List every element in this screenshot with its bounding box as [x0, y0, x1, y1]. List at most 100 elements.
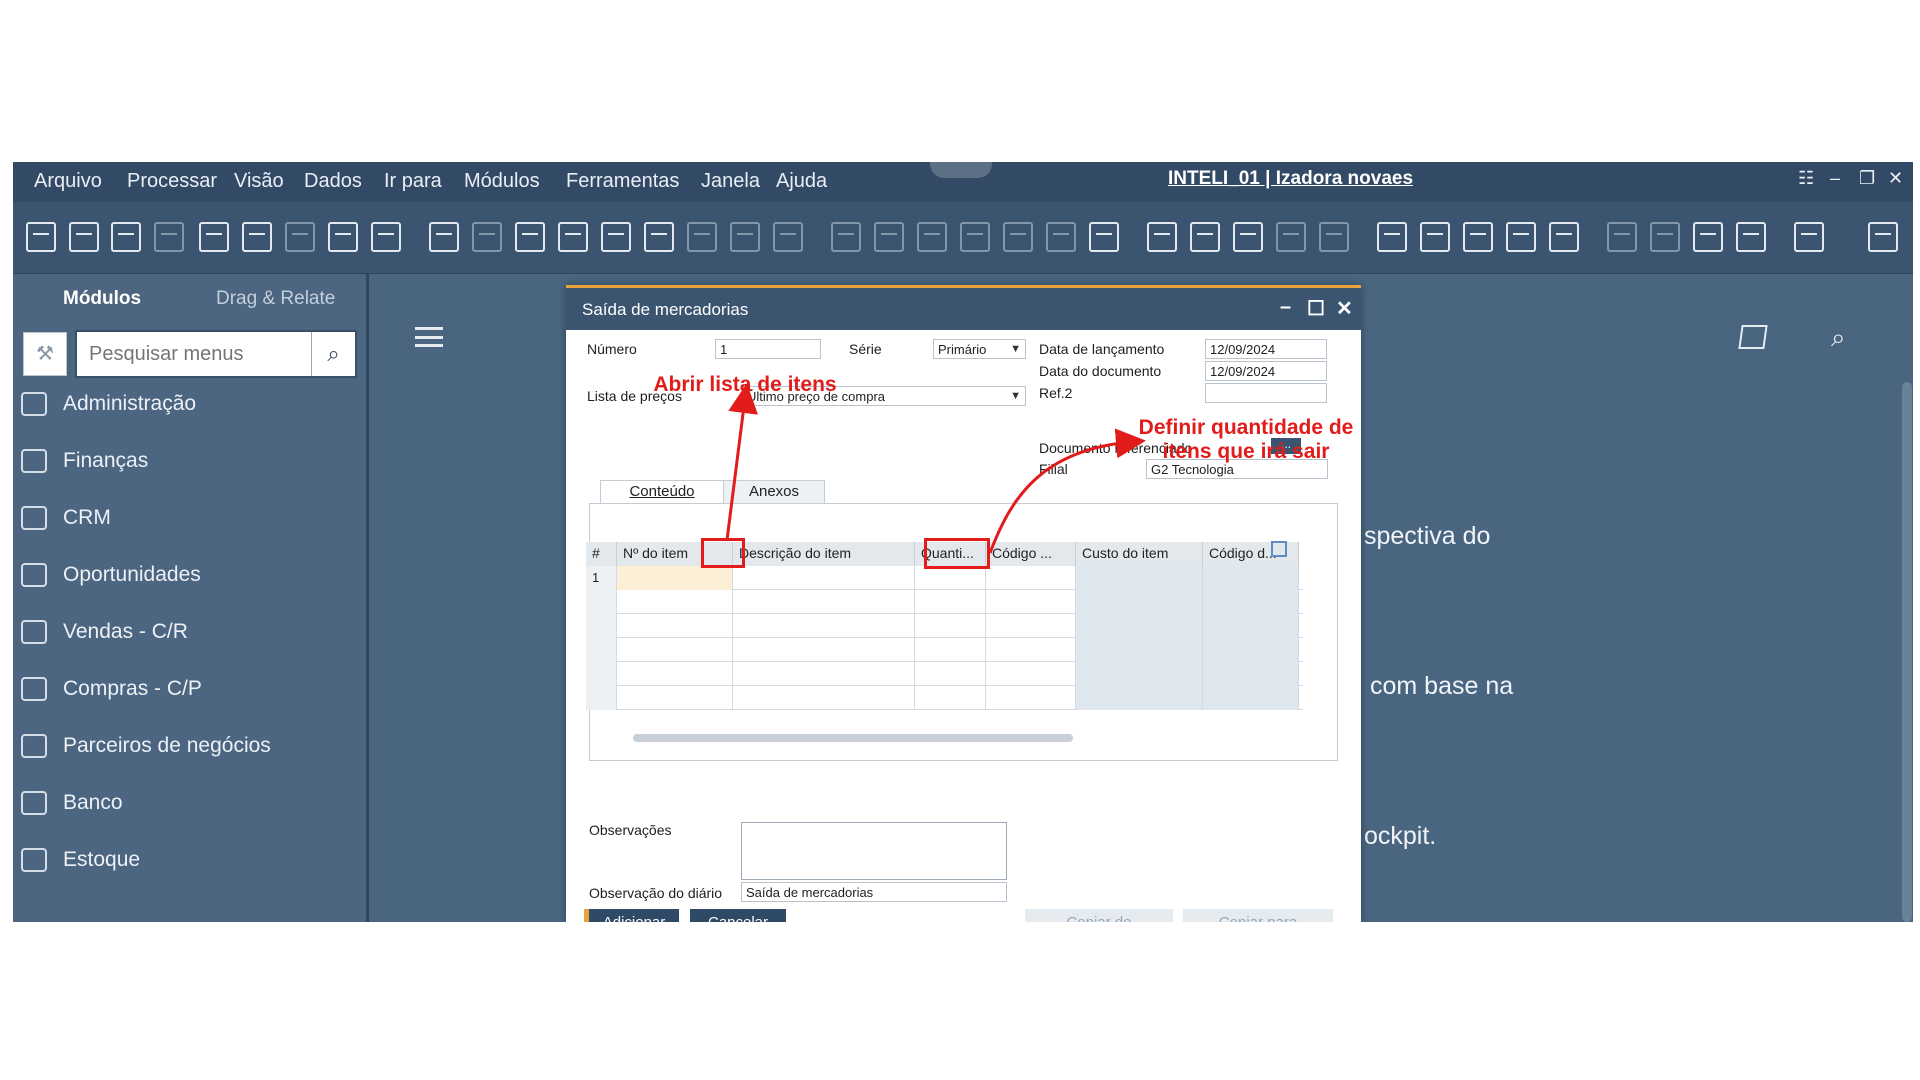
menu-dados[interactable]: Dados	[304, 170, 362, 193]
table-cell[interactable]	[1076, 638, 1203, 662]
export-icon[interactable]	[199, 222, 229, 252]
search-icon[interactable]: ⌕	[311, 332, 355, 376]
table-cell[interactable]	[986, 662, 1076, 686]
table-cell[interactable]	[915, 566, 986, 590]
excel-icon[interactable]	[242, 222, 272, 252]
documents-icon[interactable]	[1377, 222, 1407, 252]
sidebar-item-estoque[interactable]: Estoque	[21, 840, 351, 880]
table-row[interactable]	[586, 662, 1303, 686]
form-settings-icon[interactable]	[1190, 222, 1220, 252]
numero-field[interactable]: 1	[715, 339, 821, 359]
copy-from-button[interactable]: Copiar de	[1025, 909, 1173, 922]
price-report-icon[interactable]	[1089, 222, 1119, 252]
collapse-toolbar-handle[interactable]	[930, 162, 992, 178]
table-cell[interactable]	[986, 566, 1076, 590]
table-row[interactable]	[586, 686, 1303, 710]
menu-janela[interactable]: Janela	[701, 170, 760, 193]
column-header[interactable]: Código ...	[986, 542, 1076, 566]
restore-icon[interactable]: ❐	[1859, 168, 1875, 189]
menu-visao[interactable]: Visão	[234, 170, 284, 193]
print-preview-icon[interactable]	[111, 222, 141, 252]
table-row[interactable]: 1	[586, 566, 1303, 590]
table-cell[interactable]	[986, 614, 1076, 638]
last-record-icon[interactable]	[644, 222, 674, 252]
table-row[interactable]	[586, 614, 1303, 638]
share-icon[interactable]	[1693, 222, 1723, 252]
print-icon[interactable]	[69, 222, 99, 252]
binoculars-icon[interactable]	[429, 222, 459, 252]
column-header[interactable]: Custo do item	[1076, 542, 1203, 566]
hamburger-menu-icon[interactable]	[415, 327, 443, 347]
menu-ajuda[interactable]: Ajuda	[776, 170, 827, 193]
table-cell[interactable]	[617, 566, 733, 590]
table-cell[interactable]	[1076, 566, 1203, 590]
gross-profit-icon[interactable]	[1046, 222, 1076, 252]
tab-modulos[interactable]: Módulos	[63, 288, 141, 310]
first-record-icon[interactable]	[515, 222, 545, 252]
tab-anexos[interactable]: Anexos	[723, 480, 825, 504]
table-cell[interactable]	[915, 638, 986, 662]
wrench-icon[interactable]: ⚒	[23, 332, 67, 376]
alerts-icon[interactable]	[1319, 222, 1349, 252]
target-document-icon[interactable]	[874, 222, 904, 252]
table-cell[interactable]	[1203, 566, 1299, 590]
column-header[interactable]: Descrição do item	[733, 542, 915, 566]
settings-icon[interactable]: ☷	[1798, 168, 1814, 189]
table-cell[interactable]	[986, 638, 1076, 662]
menu-arquivo[interactable]: Arquivo	[34, 170, 102, 193]
sidebar-item-administracao[interactable]: Administração	[21, 384, 351, 424]
horizontal-scrollbar[interactable]	[633, 734, 1073, 742]
search-icon[interactable]: ⌕	[1831, 322, 1846, 354]
table-cell[interactable]	[915, 686, 986, 710]
observacoes-field[interactable]	[741, 822, 1007, 880]
observacao-diario-field[interactable]: Saída de mercadorias	[741, 882, 1007, 902]
messages-icon[interactable]	[1276, 222, 1306, 252]
find-icon[interactable]	[26, 222, 56, 252]
table-cell[interactable]	[986, 590, 1076, 614]
table-row[interactable]	[586, 638, 1303, 662]
maximize-icon[interactable]: ☐	[1307, 296, 1325, 321]
data-documento-field[interactable]: 12/09/2024	[1205, 361, 1327, 381]
menu-ir-para[interactable]: Ir para	[384, 170, 442, 193]
table-cell[interactable]	[915, 614, 986, 638]
help-icon[interactable]	[1868, 222, 1898, 252]
sidebar-item-oportunidades[interactable]: Oportunidades	[21, 555, 351, 595]
column-header[interactable]: #	[586, 542, 617, 566]
table-cell[interactable]	[733, 590, 915, 614]
table-row[interactable]	[586, 590, 1303, 614]
table-cell[interactable]	[617, 590, 733, 614]
filter-icon[interactable]	[730, 222, 760, 252]
table-cell[interactable]	[617, 638, 733, 662]
table-cell[interactable]	[1076, 614, 1203, 638]
table-cell[interactable]	[733, 638, 915, 662]
table-cell[interactable]	[1076, 662, 1203, 686]
web-icon[interactable]	[1794, 222, 1824, 252]
close-icon[interactable]: ✕	[1888, 168, 1903, 189]
table-cell[interactable]	[617, 614, 733, 638]
table-cell[interactable]	[733, 566, 915, 590]
sidebar-item-banco[interactable]: Banco	[21, 783, 351, 823]
serie-select[interactable]: Primário ▼	[933, 339, 1026, 359]
table-cell[interactable]	[1203, 662, 1299, 686]
add-button[interactable]: Adicionar	[584, 909, 679, 922]
search-input[interactable]	[77, 332, 312, 376]
next-record-icon[interactable]	[601, 222, 631, 252]
menu-ferramentas[interactable]: Ferramentas	[566, 170, 679, 193]
close-icon[interactable]: ✕	[1336, 296, 1353, 321]
menu-processar[interactable]: Processar	[127, 170, 217, 193]
table-cell[interactable]	[986, 686, 1076, 710]
table-cell[interactable]	[1203, 590, 1299, 614]
table-cell[interactable]	[733, 662, 915, 686]
minimize-icon[interactable]: –	[1280, 296, 1291, 319]
word-icon[interactable]	[285, 222, 315, 252]
table-cell[interactable]	[1076, 590, 1203, 614]
table-cell[interactable]	[733, 686, 915, 710]
previous-record-icon[interactable]	[558, 222, 588, 252]
email-icon[interactable]	[154, 222, 184, 252]
base-document-icon[interactable]	[831, 222, 861, 252]
dialog-titlebar[interactable]: Saída de mercadorias – ☐ ✕	[566, 288, 1361, 330]
sidebar-item-vendas[interactable]: Vendas - C/R	[21, 612, 351, 652]
table-cell[interactable]	[1076, 686, 1203, 710]
table-cell[interactable]	[733, 614, 915, 638]
tab-conteudo[interactable]: Conteúdo	[600, 480, 724, 504]
